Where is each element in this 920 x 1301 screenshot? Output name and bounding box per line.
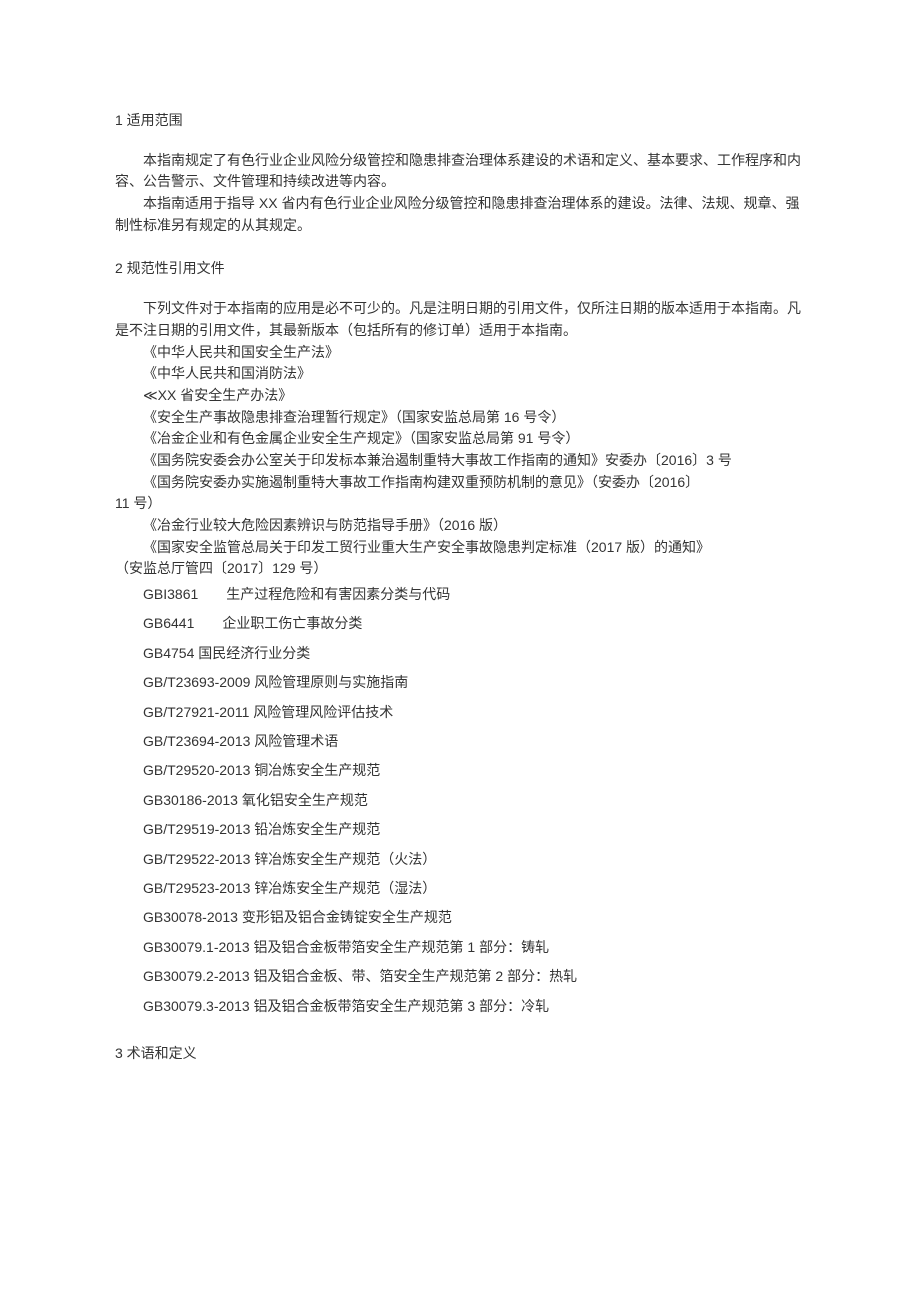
reference-item-continuation: 11 号）: [115, 493, 805, 515]
standards-list: GBI3861 生产过程危险和有害因素分类与代码 GB6441 企业职工伤亡事故…: [115, 580, 805, 1021]
standard-item: GBI3861 生产过程危险和有害因素分类与代码: [143, 580, 805, 609]
section-2-title: 2 规范性引用文件: [115, 258, 805, 280]
reference-item: 《国务院安委办实施遏制重特大事故工作指南构建双重预防机制的意见》（安委办〔201…: [115, 472, 805, 494]
standard-item: GB6441 企业职工伤亡事故分类: [143, 609, 805, 638]
reference-item: 《国务院安委会办公室关于印发标本兼治遏制重特大事故工作指南的通知》安委办〔201…: [115, 450, 805, 472]
standard-item: GB/T23694-2013 风险管理术语: [143, 727, 805, 756]
reference-item: 《安全生产事故隐患排查治理暂行规定》（国家安监总局第 16 号令）: [115, 407, 805, 429]
reference-item: 《冶金企业和有色金属企业安全生产规定》（国家安监总局第 91 号令）: [115, 428, 805, 450]
document-page: 1 适用范围 本指南规定了有色行业企业风险分级管控和隐患排查治理体系建设的术语和…: [0, 0, 920, 1143]
section-3-title: 3 术语和定义: [115, 1043, 805, 1065]
standard-item: GB30079.1-2013 铝及铝合金板带箔安全生产规范第 1 部分：铸轧: [143, 933, 805, 962]
section-1: 1 适用范围 本指南规定了有色行业企业风险分级管控和隐患排查治理体系建设的术语和…: [115, 110, 805, 236]
standard-item: GB4754 国民经济行业分类: [143, 639, 805, 668]
reference-item-continuation: （安监总厅管四〔2017〕129 号）: [115, 558, 805, 580]
reference-item: ≪XX 省安全生产办法》: [115, 385, 805, 407]
standard-item: GB/T29523-2013 锌冶炼安全生产规范（湿法）: [143, 874, 805, 903]
section-3: 3 术语和定义: [115, 1043, 805, 1065]
standard-item: GB/T29520-2013 铜冶炼安全生产规范: [143, 756, 805, 785]
standard-item: GB/T29519-2013 铅冶炼安全生产规范: [143, 815, 805, 844]
standard-item: GB/T27921-2011 风险管理风险评估技术: [143, 698, 805, 727]
reference-item: 《冶金行业较大危险因素辨识与防范指导手册》（2016 版）: [115, 515, 805, 537]
reference-item: 《中华人民共和国安全生产法》: [115, 342, 805, 364]
section-1-title: 1 适用范围: [115, 110, 805, 132]
standard-item: GB30079.2-2013 铝及铝合金板、带、箔安全生产规范第 2 部分：热轧: [143, 962, 805, 991]
reference-item: 《中华人民共和国消防法》: [115, 363, 805, 385]
section-2: 2 规范性引用文件 下列文件对于本指南的应用是必不可少的。凡是注明日期的引用文件…: [115, 258, 805, 1020]
standard-item: GB/T23693-2009 风险管理原则与实施指南: [143, 668, 805, 697]
standard-item: GB30186-2013 氧化铝安全生产规范: [143, 786, 805, 815]
reference-item: 《国家安全监管总局关于印发工贸行业重大生产安全事故隐患判定标准（2017 版）的…: [115, 537, 805, 559]
standard-item: GB30078-2013 变形铝及铝合金铸锭安全生产规范: [143, 903, 805, 932]
standard-item: GB/T29522-2013 锌冶炼安全生产规范（火法）: [143, 845, 805, 874]
standard-item: GB30079.3-2013 铝及铝合金板带箔安全生产规范第 3 部分：冷轧: [143, 992, 805, 1021]
section-2-intro: 下列文件对于本指南的应用是必不可少的。凡是注明日期的引用文件，仅所注日期的版本适…: [115, 298, 805, 341]
section-1-paragraph: 本指南规定了有色行业企业风险分级管控和隐患排查治理体系建设的术语和定义、基本要求…: [115, 150, 805, 193]
section-1-paragraph: 本指南适用于指导 XX 省内有色行业企业风险分级管控和隐患排查治理体系的建设。法…: [115, 193, 805, 236]
